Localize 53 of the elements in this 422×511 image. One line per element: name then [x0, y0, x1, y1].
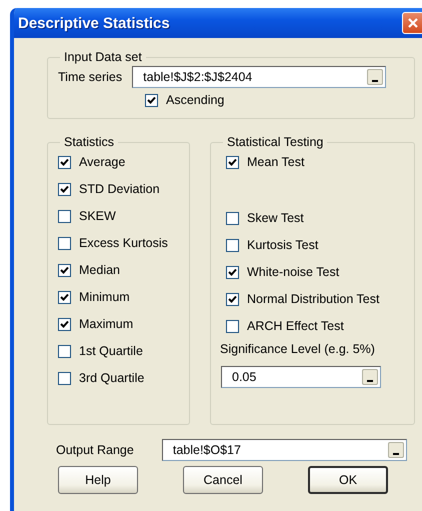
checkbox[interactable] — [226, 212, 239, 224]
checkbox[interactable] — [58, 344, 71, 358]
checkbox-label: Kurtosis Test — [247, 238, 318, 252]
checkbox-label: Normal Distribution Test — [247, 292, 380, 306]
field-label: Significance Level (e.g. 5%) — [220, 342, 375, 356]
range-picker-button[interactable] — [388, 442, 404, 458]
checkbox-label: Excess Kurtosis — [79, 236, 168, 250]
checkbox-label: Average — [79, 155, 126, 169]
time-series-field[interactable]: table!$J$2:$J$2404 — [132, 66, 386, 88]
checkbox[interactable] — [58, 290, 71, 304]
checkbox[interactable] — [58, 236, 71, 250]
group-legend: Statistics — [60, 135, 118, 149]
checkbox[interactable] — [226, 292, 239, 306]
dialog-button[interactable]: Cancel — [183, 466, 263, 494]
checkbox[interactable] — [58, 372, 71, 384]
range-picker-button[interactable] — [362, 369, 378, 385]
checkbox-label: SKEW — [79, 209, 116, 223]
checkbox-label: 3rd Quartile — [79, 371, 144, 385]
checkbox[interactable] — [58, 318, 71, 330]
field-label: Output Range — [56, 443, 134, 457]
checkbox-label: Skew Test — [247, 211, 304, 225]
checkbox[interactable] — [226, 238, 239, 252]
range-picker-button[interactable] — [367, 69, 384, 85]
checkbox[interactable] — [145, 94, 158, 106]
checkbox[interactable] — [58, 210, 71, 222]
checkbox-label: Minimum — [79, 290, 130, 304]
checkbox-label: White-noise Test — [247, 265, 340, 279]
significance-field[interactable]: 0.05 — [221, 366, 381, 388]
checkbox-label: Median — [79, 263, 120, 277]
checkbox-label: 1st Quartile — [79, 344, 143, 358]
checkbox[interactable] — [226, 266, 239, 278]
underscore-icon — [367, 378, 373, 382]
checkbox[interactable] — [58, 182, 71, 196]
checkbox-label: STD Deviation — [79, 182, 160, 196]
close-icon — [408, 18, 418, 28]
checkbox[interactable] — [58, 156, 71, 168]
group-legend: Statistical Testing — [223, 135, 328, 149]
checkbox-label: ARCH Effect Test — [247, 319, 344, 333]
checkbox[interactable] — [226, 156, 239, 168]
close-button[interactable] — [402, 12, 422, 34]
checkbox-label: Mean Test — [247, 155, 304, 169]
checkbox-label: Maximum — [79, 317, 134, 331]
dialog-button[interactable]: Help — [58, 466, 138, 494]
output-range-field[interactable]: table!$O$17 — [162, 439, 407, 461]
dialog-button[interactable]: OK — [308, 466, 388, 494]
checkbox-label: Ascending — [166, 93, 224, 107]
group-legend: Input Data set — [60, 50, 146, 64]
underscore-icon — [372, 78, 378, 82]
checkbox[interactable] — [226, 320, 239, 332]
checkbox[interactable] — [58, 264, 71, 276]
field-label: Time series — [58, 70, 122, 84]
window-title: Descriptive Statistics — [18, 14, 170, 32]
underscore-icon — [392, 451, 399, 455]
